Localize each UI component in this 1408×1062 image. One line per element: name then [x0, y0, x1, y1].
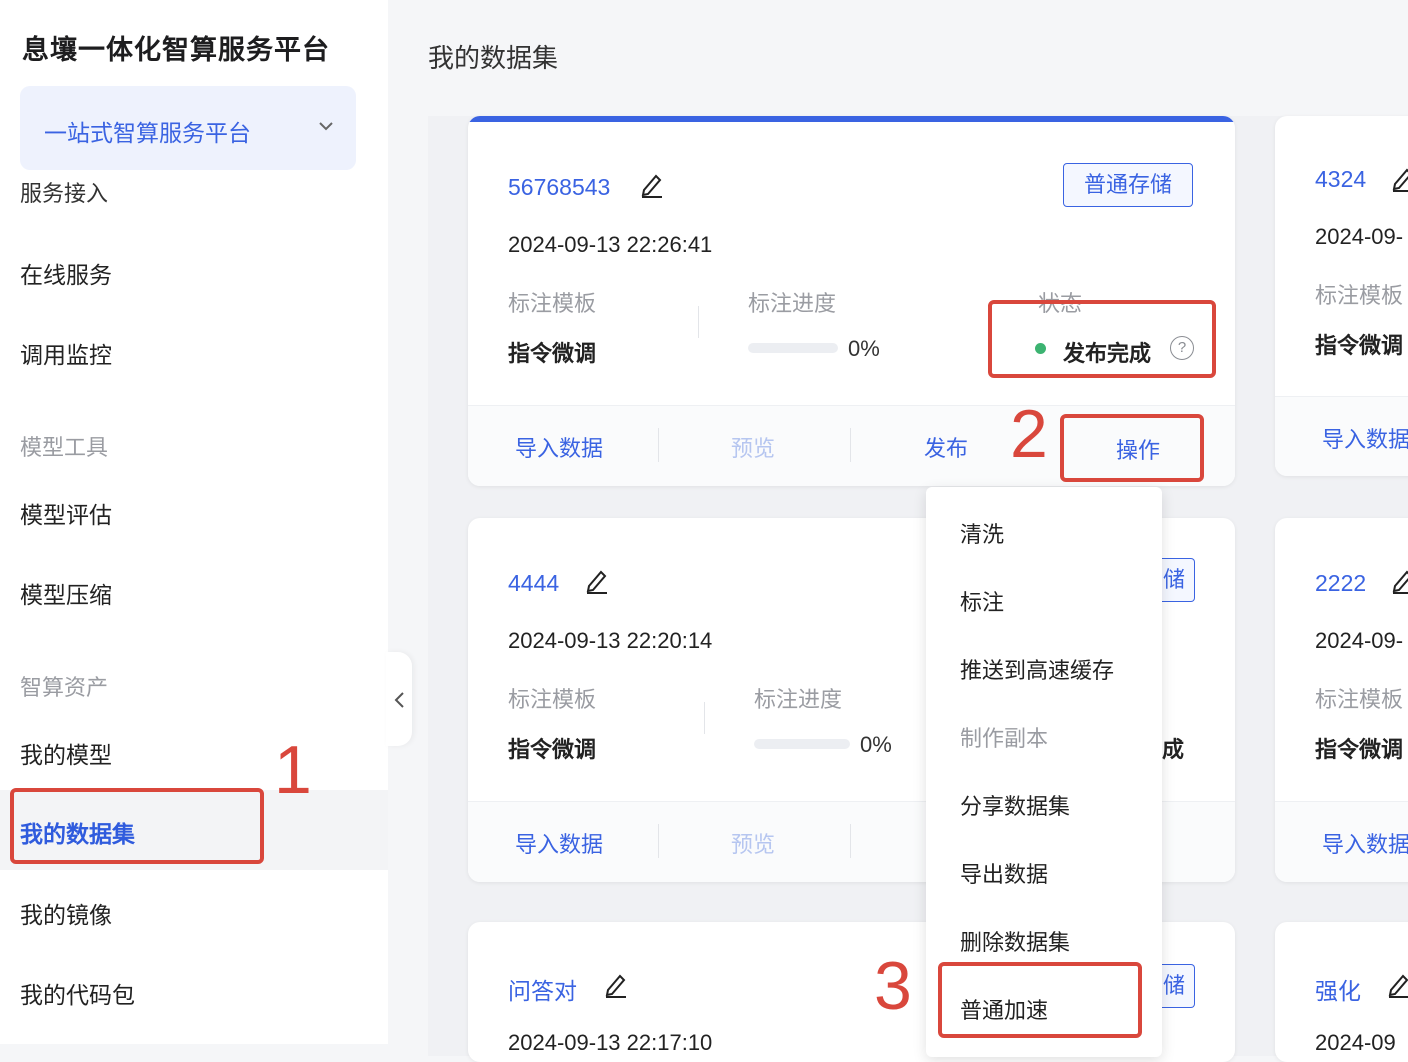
edit-icon[interactable]	[1387, 972, 1408, 998]
sidebar-collapse-handle[interactable]	[386, 652, 412, 746]
sidebar-item-label: 服务接入	[20, 181, 109, 206]
sidebar: 息壤一体化智算服务平台 一站式智算服务平台 服务接入 在线服务 调用监控 模型工…	[0, 0, 388, 1044]
import-data-button[interactable]: 导入数据	[515, 827, 603, 859]
dataset-name[interactable]: 4444	[508, 570, 559, 597]
template-value: 指令微调	[508, 341, 597, 366]
template-value: 指令微调	[1315, 333, 1404, 358]
dataset-timestamp: 2024-09	[1315, 1030, 1396, 1055]
dataset-card: 2222 2024-09- 标注模板 指令微调 导入数据	[1275, 518, 1408, 882]
import-data-button[interactable]: 导入数据	[1322, 827, 1408, 859]
edit-icon[interactable]	[640, 172, 664, 198]
dataset-timestamp: 2024-09-	[1315, 628, 1404, 653]
divider	[850, 824, 851, 858]
menu-item-delete[interactable]: 删除数据集	[960, 925, 1070, 957]
template-label: 标注模板	[508, 291, 597, 316]
template-label: 标注模板	[508, 687, 597, 712]
dataset-name[interactable]: 2222	[1315, 570, 1366, 597]
dataset-timestamp: 2024-09-	[1315, 224, 1404, 249]
annotation-box-1	[10, 788, 264, 864]
progress-value: 0%	[860, 732, 892, 757]
template-value: 指令微调	[508, 737, 597, 762]
dataset-timestamp: 2024-09-13 22:26:41	[508, 232, 713, 257]
card-actions: 导入数据	[1275, 396, 1408, 476]
sidebar-group-compute-assets: 智算资产	[20, 675, 109, 700]
dataset-name[interactable]: 4324	[1315, 166, 1366, 193]
brand-title: 息壤一体化智算服务平台	[22, 35, 330, 65]
progress-label: 标注进度	[754, 687, 843, 712]
publish-button[interactable]: 发布	[924, 431, 968, 463]
edit-icon[interactable]	[1391, 166, 1408, 192]
dataset-card: 4324 2024-09- 标注模板 指令微调 导入数据	[1275, 116, 1408, 476]
sidebar-group-model-tools: 模型工具	[20, 435, 109, 460]
annotation-number-2: 2	[1010, 396, 1048, 472]
menu-item-push-cache[interactable]: 推送到高速缓存	[960, 653, 1114, 685]
progress-label: 标注进度	[748, 291, 837, 316]
page-title: 我的数据集	[428, 43, 559, 73]
template-label: 标注模板	[1315, 283, 1404, 308]
divider	[698, 306, 699, 338]
sidebar-item-model-eval[interactable]: 模型评估	[20, 496, 112, 530]
dataset-card: 强化 2024-09	[1275, 922, 1408, 1062]
preview-button[interactable]: 预览	[731, 827, 775, 859]
card-accent-bar	[468, 116, 1235, 122]
dataset-name[interactable]: 56768543	[508, 174, 610, 201]
edit-icon[interactable]	[1391, 568, 1408, 594]
menu-item-share[interactable]: 分享数据集	[960, 789, 1070, 821]
template-label: 标注模板	[1315, 687, 1404, 712]
status-value: 成	[1162, 737, 1185, 762]
progress-bar	[754, 739, 850, 749]
menu-item-clean[interactable]: 清洗	[960, 517, 1004, 549]
menu-item-export[interactable]: 导出数据	[960, 857, 1048, 889]
divider	[850, 428, 851, 462]
dataset-name[interactable]: 问答对	[508, 972, 577, 1006]
platform-selector[interactable]: 一站式智算服务平台	[20, 86, 356, 170]
sidebar-item-online-service[interactable]: 在线服务	[20, 256, 112, 290]
edit-icon[interactable]	[585, 568, 609, 594]
sidebar-item-call-monitor[interactable]: 调用监控	[20, 336, 112, 370]
divider	[658, 824, 659, 858]
annotation-number-1: 1	[274, 732, 312, 808]
edit-icon[interactable]	[604, 972, 628, 998]
divider	[704, 702, 705, 734]
annotation-box-status	[988, 300, 1216, 378]
chevron-down-icon	[319, 122, 333, 131]
menu-item-annotate[interactable]: 标注	[960, 585, 1004, 617]
dataset-timestamp: 2024-09-13 22:17:10	[508, 1030, 713, 1055]
annotation-number-3: 3	[874, 948, 912, 1024]
platform-selector-label: 一站式智算服务平台	[44, 120, 251, 146]
progress-bar	[748, 343, 838, 353]
annotation-box-2	[1060, 414, 1204, 482]
progress-value: 0%	[848, 336, 880, 361]
dataset-timestamp: 2024-09-13 22:20:14	[508, 628, 713, 653]
storage-type-tag: 普通存储	[1063, 163, 1193, 207]
annotation-box-3	[938, 962, 1142, 1038]
chevron-left-icon	[394, 692, 404, 708]
import-data-button[interactable]: 导入数据	[515, 431, 603, 463]
sidebar-item-my-models[interactable]: 我的模型	[20, 736, 112, 770]
dataset-name[interactable]: 强化	[1315, 972, 1361, 1006]
sidebar-item-my-images[interactable]: 我的镜像	[20, 896, 112, 930]
card-actions: 导入数据	[1275, 801, 1408, 882]
import-data-button[interactable]: 导入数据	[1322, 422, 1408, 454]
menu-item-copy[interactable]: 制作副本	[960, 721, 1048, 753]
divider	[658, 428, 659, 462]
sidebar-item-service-access[interactable]: 服务接入	[20, 168, 108, 206]
preview-button[interactable]: 预览	[731, 431, 775, 463]
sidebar-item-my-code[interactable]: 我的代码包	[20, 976, 135, 1010]
sidebar-item-model-compress[interactable]: 模型压缩	[20, 576, 112, 610]
template-value: 指令微调	[1315, 737, 1404, 762]
